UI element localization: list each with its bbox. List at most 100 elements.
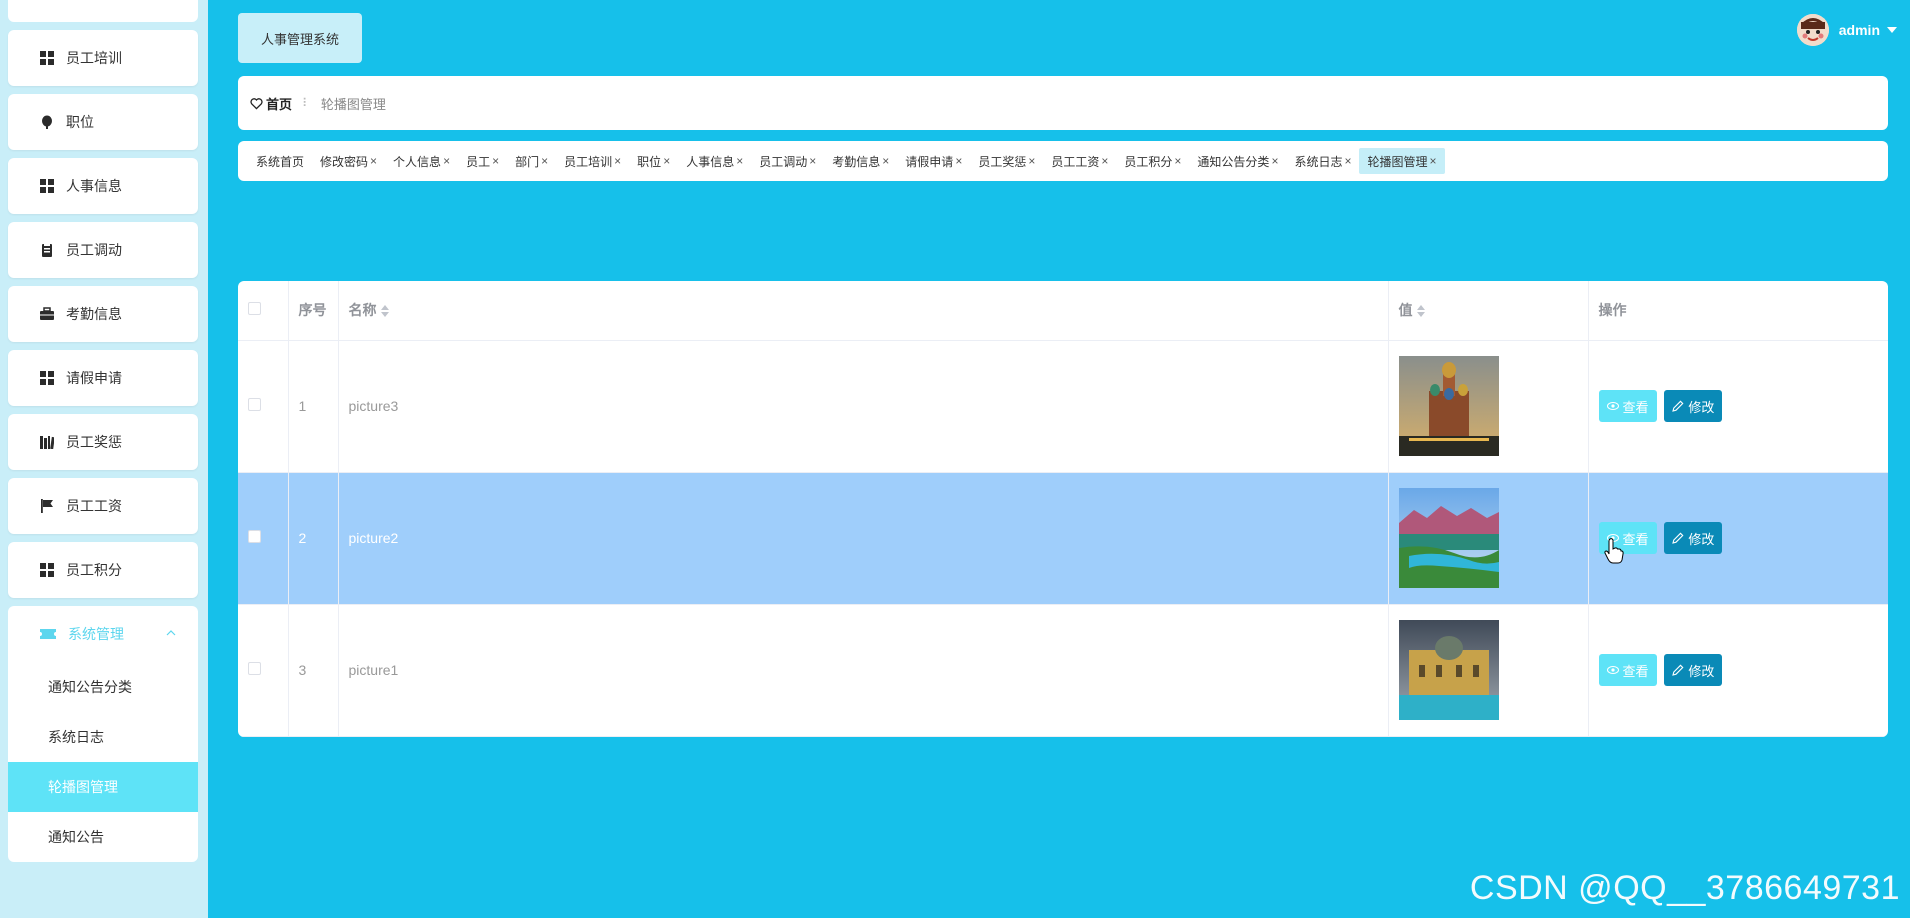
sidebar-subitem-notice[interactable]: 通知公告 <box>8 812 198 862</box>
tab-label: 职位 <box>637 154 662 169</box>
clipboard-icon <box>40 243 54 257</box>
tab-label: 轮播图管理 <box>1367 154 1428 169</box>
row-checkbox[interactable] <box>248 662 261 675</box>
caret-down-icon <box>1886 24 1898 36</box>
close-icon[interactable]: × <box>736 154 743 168</box>
row-select-cell <box>238 340 289 473</box>
sort-icon[interactable] <box>1416 304 1425 320</box>
sidebar-subitem-notice-category[interactable]: 通知公告分类 <box>8 662 198 712</box>
view-button[interactable]: 查看 <box>1598 654 1657 686</box>
sidebar-item-partial[interactable] <box>8 0 198 22</box>
tab-points[interactable]: 员工积分 × <box>1116 148 1189 174</box>
close-icon[interactable]: × <box>443 154 450 168</box>
close-icon[interactable]: × <box>1271 154 1278 168</box>
sidebar-item-training[interactable]: 员工培训 <box>8 30 198 86</box>
edit-button[interactable]: 修改 <box>1664 522 1723 554</box>
close-icon[interactable]: × <box>1101 154 1108 168</box>
tab-employee[interactable]: 员工 × <box>458 148 507 174</box>
chevron-up-icon <box>164 626 178 640</box>
table-row[interactable]: 1 picture3 查看 修改 <box>238 340 1888 473</box>
tab-label: 员工奖惩 <box>978 154 1027 169</box>
close-icon[interactable]: × <box>614 154 621 168</box>
tab-training[interactable]: 员工培训 × <box>556 148 629 174</box>
tab-transfer[interactable]: 员工调动 × <box>751 148 824 174</box>
tab-system-log[interactable]: 系统日志 × <box>1286 148 1359 174</box>
column-header-label: 序号 <box>298 302 327 319</box>
user-name: admin <box>1838 22 1880 38</box>
close-icon[interactable]: × <box>809 154 816 168</box>
tab-label: 部门 <box>515 154 540 169</box>
tab-leave[interactable]: 请假申请 × <box>897 148 970 174</box>
sidebar-subitem-system-log[interactable]: 系统日志 <box>8 712 198 762</box>
user-menu[interactable]: admin <box>1796 14 1898 46</box>
tab-position[interactable]: 职位 × <box>629 148 678 174</box>
sort-icon[interactable] <box>380 304 389 320</box>
close-icon[interactable]: × <box>1174 154 1181 168</box>
sidebar-item-leave[interactable]: 请假申请 <box>8 350 198 406</box>
sidebar-item-salary[interactable]: 员工工资 <box>8 478 198 534</box>
tab-department[interactable]: 部门 × <box>507 148 556 174</box>
tab-salary[interactable]: 员工工资 × <box>1043 148 1116 174</box>
row-actions: 查看 修改 <box>1588 604 1888 737</box>
sidebar-item-system[interactable]: 系统管理 <box>8 606 198 662</box>
view-button[interactable]: 查看 <box>1598 390 1657 422</box>
bathhouse-photo[interactable] <box>1398 620 1499 720</box>
tab-personal-info[interactable]: 个人信息 × <box>385 148 458 174</box>
tab-label: 人事信息 <box>686 154 735 169</box>
briefcase-icon <box>40 307 54 321</box>
sidebar-item-label: 员工调动 <box>66 242 122 258</box>
grid-icon <box>40 371 54 385</box>
sidebar-item-position[interactable]: 职位 <box>8 94 198 150</box>
close-icon[interactable]: × <box>370 154 377 168</box>
eye-icon <box>1606 666 1619 674</box>
tab-rewards[interactable]: 员工奖惩 × <box>970 148 1043 174</box>
watermark: CSDN @QQ__3786649731 <box>1469 869 1900 907</box>
close-icon[interactable]: × <box>663 154 670 168</box>
sidebar-item-hr-info[interactable]: 人事信息 <box>8 158 198 214</box>
sidebar-item-label: 员工奖惩 <box>66 434 122 450</box>
breadcrumb-home[interactable]: 首页 <box>250 94 292 113</box>
tab-attendance[interactable]: 考勤信息 × <box>824 148 897 174</box>
sidebar-item-label: 考勤信息 <box>66 306 122 322</box>
tab-hr-info[interactable]: 人事信息 × <box>678 148 751 174</box>
close-icon[interactable]: × <box>492 154 499 168</box>
row-name: picture3 <box>338 340 1389 473</box>
sidebar-item-attendance[interactable]: 考勤信息 <box>8 286 198 342</box>
edit-button[interactable]: 修改 <box>1664 390 1723 422</box>
edit-button[interactable]: 修改 <box>1664 654 1723 686</box>
close-icon[interactable]: × <box>882 154 889 168</box>
app-title-button[interactable]: 人事管理系统 <box>238 13 362 63</box>
column-header-actions: 操作 <box>1588 281 1888 341</box>
sidebar-item-label: 员工培训 <box>66 50 122 66</box>
tab-home[interactable]: 系统首页 <box>248 148 312 174</box>
row-checkbox[interactable] <box>248 398 261 411</box>
close-icon[interactable]: × <box>541 154 548 168</box>
flag-icon <box>40 499 54 513</box>
tab-notice-category[interactable]: 通知公告分类 × <box>1189 148 1286 174</box>
row-image-cell <box>1388 472 1589 605</box>
tab-carousel[interactable]: 轮播图管理 × <box>1359 148 1445 174</box>
tab-change-password[interactable]: 修改密码 × <box>312 148 385 174</box>
row-checkbox[interactable] <box>248 530 261 543</box>
column-header-name[interactable]: 名称 <box>338 281 1389 341</box>
sidebar-subitem-carousel[interactable]: 轮播图管理 <box>8 762 198 812</box>
sidebar-item-label: 职位 <box>66 114 94 130</box>
column-header-label: 名称 <box>348 302 377 319</box>
row-name: picture1 <box>338 604 1389 737</box>
table-row[interactable]: 3 picture1 查看 修改 <box>238 604 1888 737</box>
close-icon[interactable]: × <box>1344 154 1351 168</box>
close-icon[interactable]: × <box>955 154 962 168</box>
close-icon[interactable]: × <box>1028 154 1035 168</box>
row-actions: 查看 修改 <box>1588 472 1888 605</box>
lake-mountains-photo[interactable] <box>1398 488 1499 588</box>
column-header-value[interactable]: 值 <box>1388 281 1589 341</box>
cathedral-photo[interactable] <box>1398 356 1499 456</box>
close-icon[interactable]: × <box>1430 154 1437 168</box>
table-row[interactable]: 2 picture2 查看 修改 <box>238 472 1888 605</box>
sidebar-item-rewards[interactable]: 员工奖惩 <box>8 414 198 470</box>
sidebar-subitem-label: 系统日志 <box>48 729 104 745</box>
sidebar-item-points[interactable]: 员工积分 <box>8 542 198 598</box>
sidebar-item-transfer[interactable]: 员工调动 <box>8 222 198 278</box>
sidebar-subitem-label: 通知公告 <box>48 829 104 845</box>
select-all-checkbox[interactable] <box>248 302 261 316</box>
